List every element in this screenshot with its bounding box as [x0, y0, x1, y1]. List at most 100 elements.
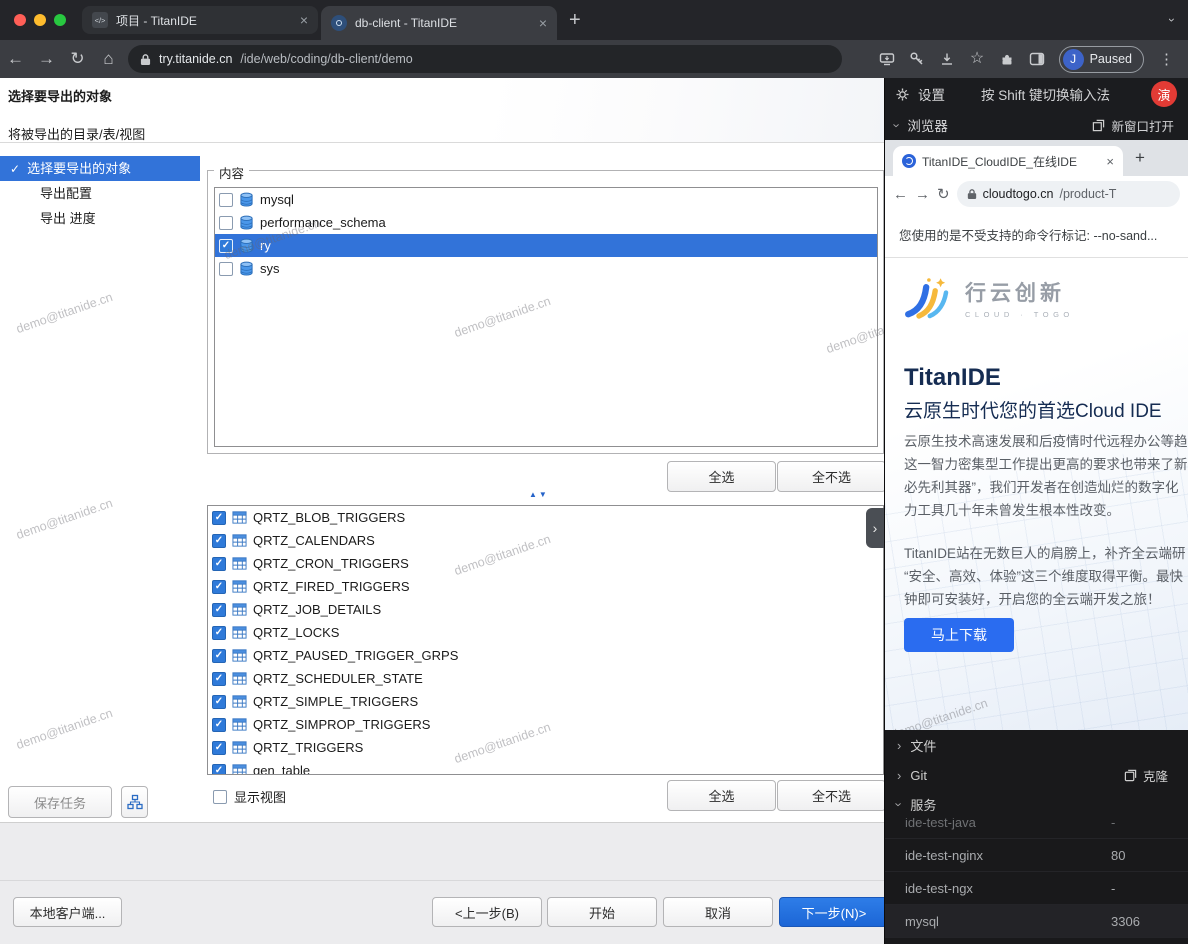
new-tab-button[interactable]: +: [569, 10, 581, 30]
table-row[interactable]: ✓ QRTZ_BLOB_TRIGGERS: [208, 506, 883, 529]
wizard-step[interactable]: ✓导出配置: [0, 181, 200, 206]
close-tab-icon[interactable]: ×: [300, 13, 308, 27]
database-row[interactable]: ✓ mysql: [215, 188, 877, 211]
table-row[interactable]: ✓ QRTZ_CRON_TRIGGERS: [208, 552, 883, 575]
table-row[interactable]: ✓ QRTZ_SCHEDULER_STATE: [208, 667, 883, 690]
table-row[interactable]: ✓ QRTZ_SIMPROP_TRIGGERS: [208, 713, 883, 736]
minimize-window-button[interactable]: [34, 14, 46, 26]
close-window-button[interactable]: [14, 14, 26, 26]
table-row[interactable]: ✓ QRTZ_LOCKS: [208, 621, 883, 644]
table-row[interactable]: ✓ gen_table: [208, 759, 883, 775]
back-icon[interactable]: ←: [893, 186, 908, 203]
table-row[interactable]: ✓ QRTZ_TRIGGERS: [208, 736, 883, 759]
install-app-icon[interactable]: [879, 51, 896, 68]
wizard-step[interactable]: ✓导出 进度: [0, 206, 200, 231]
table-row[interactable]: ✓ QRTZ_FIRED_TRIGGERS: [208, 575, 883, 598]
database-checkbox[interactable]: ✓: [219, 216, 233, 230]
service-row[interactable]: ide-test-ngx -: [885, 872, 1188, 905]
profile-paused-pill[interactable]: J Paused: [1059, 46, 1144, 73]
git-clone-button[interactable]: 克隆: [1124, 766, 1176, 785]
home-icon[interactable]: ⌂: [93, 49, 124, 69]
table-checkbox[interactable]: ✓: [212, 534, 226, 548]
table-checkbox[interactable]: ✓: [212, 741, 226, 755]
previous-step-button[interactable]: <上一步(B): [432, 897, 542, 927]
database-checkbox[interactable]: ✓: [219, 193, 233, 207]
database-checkbox[interactable]: ✓: [219, 262, 233, 276]
maximize-window-button[interactable]: [54, 14, 66, 26]
splitter-arrows-icon[interactable]: ▲▼: [529, 490, 549, 499]
table-checkbox[interactable]: ✓: [212, 764, 226, 776]
services-list: ide-test-java - ide-test-nginx 80 ide-te…: [885, 806, 1188, 938]
browser-section-row[interactable]: › 浏览器 新窗口打开: [885, 110, 1188, 140]
cancel-button[interactable]: 取消: [663, 897, 773, 927]
demo-badge[interactable]: 演: [1151, 81, 1177, 107]
table-checkbox[interactable]: ✓: [212, 603, 226, 617]
next-step-button[interactable]: 下一步(N)>: [779, 897, 884, 927]
table-row[interactable]: ✓ QRTZ_JOB_DETAILS: [208, 598, 883, 621]
database-checkbox[interactable]: ✓: [219, 239, 233, 253]
select-none-tables-button[interactable]: 全不选: [777, 780, 884, 811]
table-checkbox[interactable]: ✓: [212, 511, 226, 525]
reload-icon[interactable]: ↻: [937, 185, 950, 203]
select-none-databases-button[interactable]: 全不选: [777, 461, 884, 492]
service-row[interactable]: mysql 3306: [885, 905, 1188, 938]
local-client-button[interactable]: 本地客户端...: [13, 897, 122, 927]
menu-kebab-icon[interactable]: ⋮: [1159, 50, 1174, 68]
tab-title: 项目 - TitanIDE: [116, 12, 292, 29]
table-row[interactable]: ✓ QRTZ_PAUSED_TRIGGER_GRPS: [208, 644, 883, 667]
embedded-address-bar[interactable]: cloudtogo.cn/product-T: [957, 181, 1180, 207]
close-tab-icon[interactable]: ×: [539, 16, 547, 30]
table-checkbox[interactable]: ✓: [212, 718, 226, 732]
browser-tab-db-client[interactable]: db-client - TitanIDE ×: [321, 6, 557, 40]
settings-row[interactable]: 设置 按 Shift 键切换输入法 演: [885, 78, 1188, 110]
show-views-checkbox[interactable]: ✓: [213, 790, 227, 804]
bookmark-star-icon[interactable]: ☆: [969, 51, 986, 68]
task-diagram-button[interactable]: [121, 786, 148, 818]
embedded-browser-tab[interactable]: TitanIDE_CloudIDE_在线IDE ×: [893, 146, 1123, 176]
wizard-step[interactable]: ✓选择要导出的对象: [0, 156, 200, 181]
download-now-button[interactable]: 马上下载: [904, 618, 1014, 652]
browser-tab-project[interactable]: </> 项目 - TitanIDE ×: [82, 6, 318, 34]
chevron-down-icon: ›: [890, 123, 905, 127]
table-checkbox[interactable]: ✓: [212, 649, 226, 663]
table-checkbox[interactable]: ✓: [212, 672, 226, 686]
avatar: J: [1063, 49, 1084, 70]
close-tab-icon[interactable]: ×: [1106, 154, 1114, 169]
database-row[interactable]: ✓ sys: [215, 257, 877, 280]
save-task-button[interactable]: 保存任务: [8, 786, 112, 818]
forward-icon[interactable]: →: [915, 186, 930, 203]
table-checkbox[interactable]: ✓: [212, 626, 226, 640]
new-tab-button[interactable]: +: [1135, 149, 1145, 166]
table-row[interactable]: ✓ QRTZ_CALENDARS: [208, 529, 883, 552]
open-new-window-button[interactable]: 新窗口打开: [1092, 116, 1178, 135]
select-all-databases-button[interactable]: 全选: [667, 461, 776, 492]
side-panel-icon[interactable]: [1029, 51, 1046, 68]
database-list[interactable]: ✓ mysql ✓: [214, 187, 878, 447]
select-all-tables-button[interactable]: 全选: [667, 780, 776, 811]
start-button[interactable]: 开始: [547, 897, 657, 927]
database-row[interactable]: ✓ ry: [215, 234, 877, 257]
table-checkbox[interactable]: ✓: [212, 580, 226, 594]
table-checkbox[interactable]: ✓: [212, 557, 226, 571]
check-icon: ✓: [215, 536, 223, 546]
back-icon[interactable]: ←: [0, 49, 31, 69]
forward-icon[interactable]: →: [31, 49, 62, 69]
wizard-steps: ✓选择要导出的对象 ✓导出配置 ✓导出 进度: [0, 156, 200, 231]
table-checkbox[interactable]: ✓: [212, 695, 226, 709]
collapse-panel-handle[interactable]: ›: [866, 508, 884, 548]
reload-icon[interactable]: ↻: [62, 49, 93, 69]
table-icon: [232, 625, 247, 640]
database-row[interactable]: ✓ performance_schema: [215, 211, 877, 234]
download-icon[interactable]: [939, 51, 956, 68]
files-section-row[interactable]: › 文件: [885, 730, 1188, 760]
tab-search-chevron-icon[interactable]: ›: [1165, 18, 1179, 22]
extensions-icon[interactable]: [999, 51, 1016, 68]
table-row[interactable]: ✓ QRTZ_SIMPLE_TRIGGERS: [208, 690, 883, 713]
table-list[interactable]: ✓ QRTZ_BLOB_TRIGGERS ✓: [207, 505, 884, 775]
password-key-icon[interactable]: [909, 51, 926, 68]
check-icon: ✓: [215, 513, 223, 523]
git-section-row[interactable]: › Git 克隆: [885, 760, 1188, 790]
address-bar[interactable]: try.titanide.cn/ide/web/coding/db-client…: [128, 45, 842, 73]
service-row[interactable]: ide-test-nginx 80: [885, 839, 1188, 872]
services-section-row[interactable]: › 服务: [885, 790, 1188, 818]
